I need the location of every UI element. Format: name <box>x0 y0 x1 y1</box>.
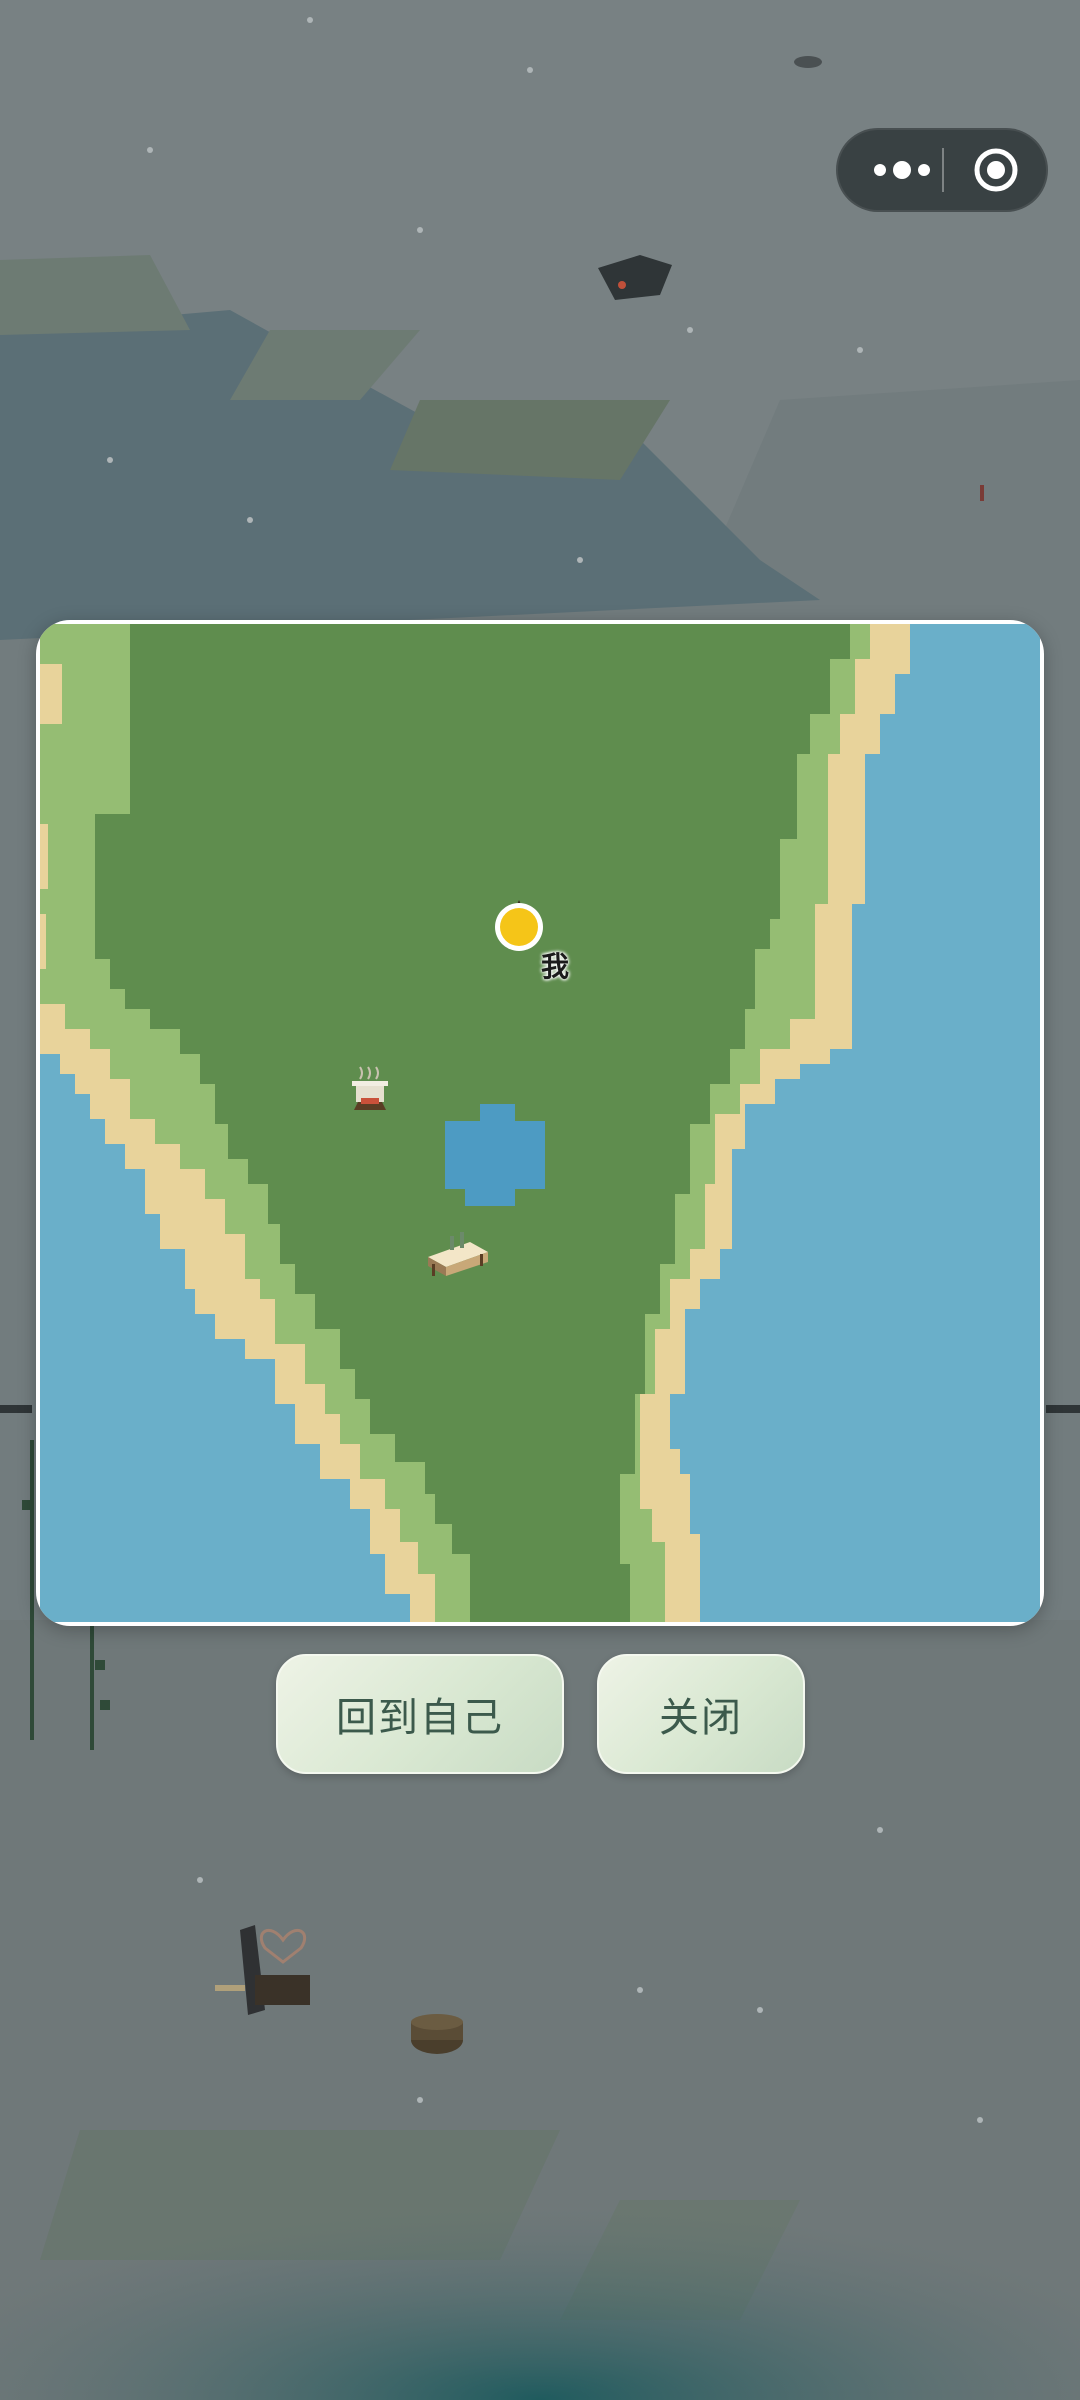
miniprogram-capsule <box>836 128 1048 212</box>
return-to-self-button[interactable]: 回到自己 <box>276 1654 564 1774</box>
world-map[interactable] <box>40 624 1040 1622</box>
target-icon[interactable] <box>954 128 1038 212</box>
capsule-divider <box>942 148 944 192</box>
player-label: 我 <box>540 950 569 983</box>
world-map-dialog: 我 <box>36 620 1044 1626</box>
close-button[interactable]: 关闭 <box>597 1654 805 1774</box>
more-dots-icon[interactable] <box>860 128 944 212</box>
